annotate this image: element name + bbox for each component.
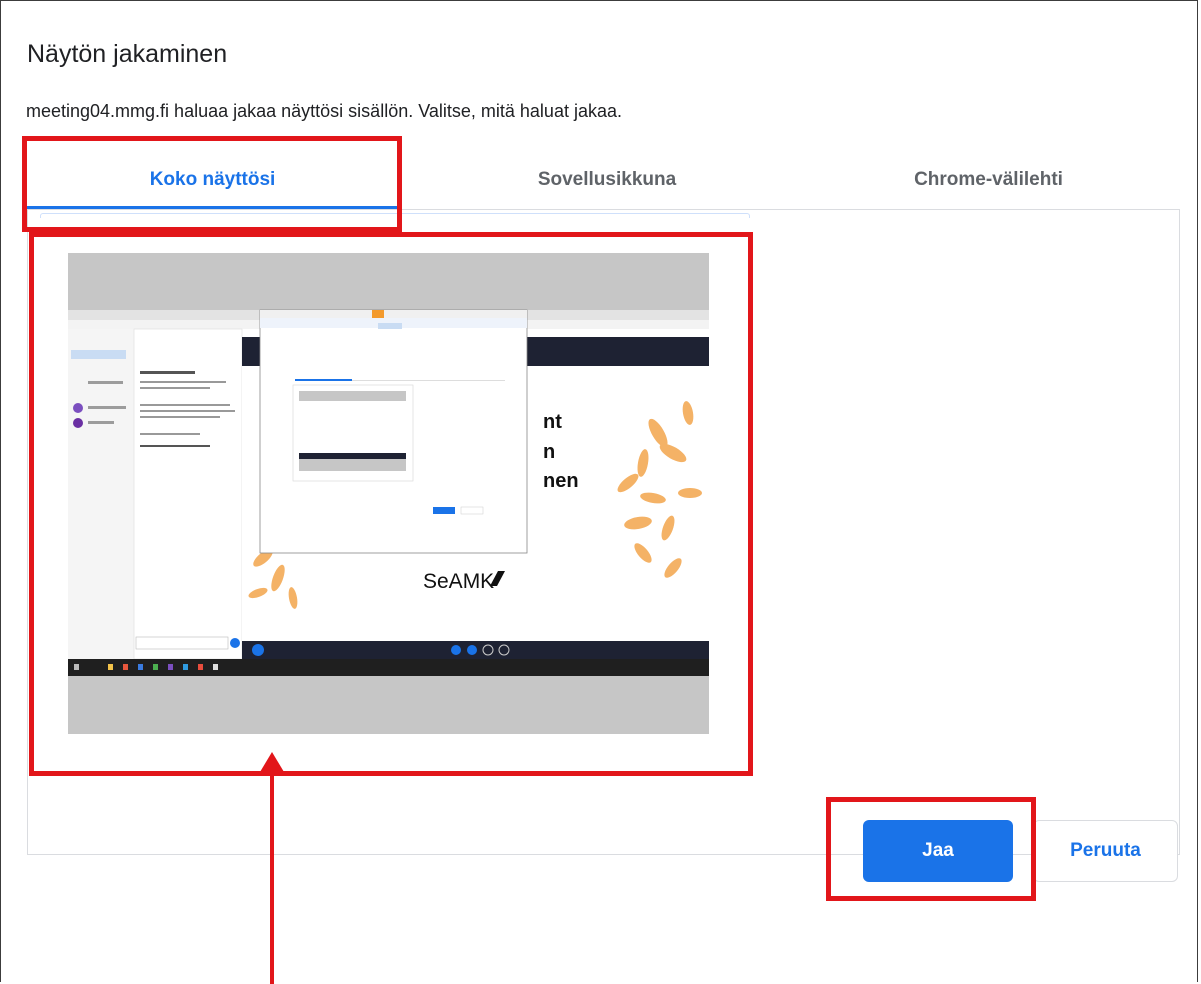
annotation-highlight-share xyxy=(826,797,1036,901)
annotation-arrow-icon xyxy=(260,752,284,984)
annotation-highlight-tab xyxy=(22,136,402,232)
tab-label: Chrome-välilehti xyxy=(914,169,1063,190)
annotation-highlight-preview xyxy=(29,232,753,776)
cancel-button[interactable]: Peruuta xyxy=(1033,820,1178,882)
tab-chrome-tab[interactable]: Chrome-välilehti xyxy=(797,150,1180,210)
dialog-subtitle: meeting04.mmg.fi haluaa jakaa näyttösi s… xyxy=(26,101,622,121)
dialog-title: Näytön jakaminen xyxy=(27,40,228,68)
tab-label: Sovellusikkuna xyxy=(537,169,677,190)
tab-application-window[interactable]: Sovellusikkuna xyxy=(417,150,797,210)
